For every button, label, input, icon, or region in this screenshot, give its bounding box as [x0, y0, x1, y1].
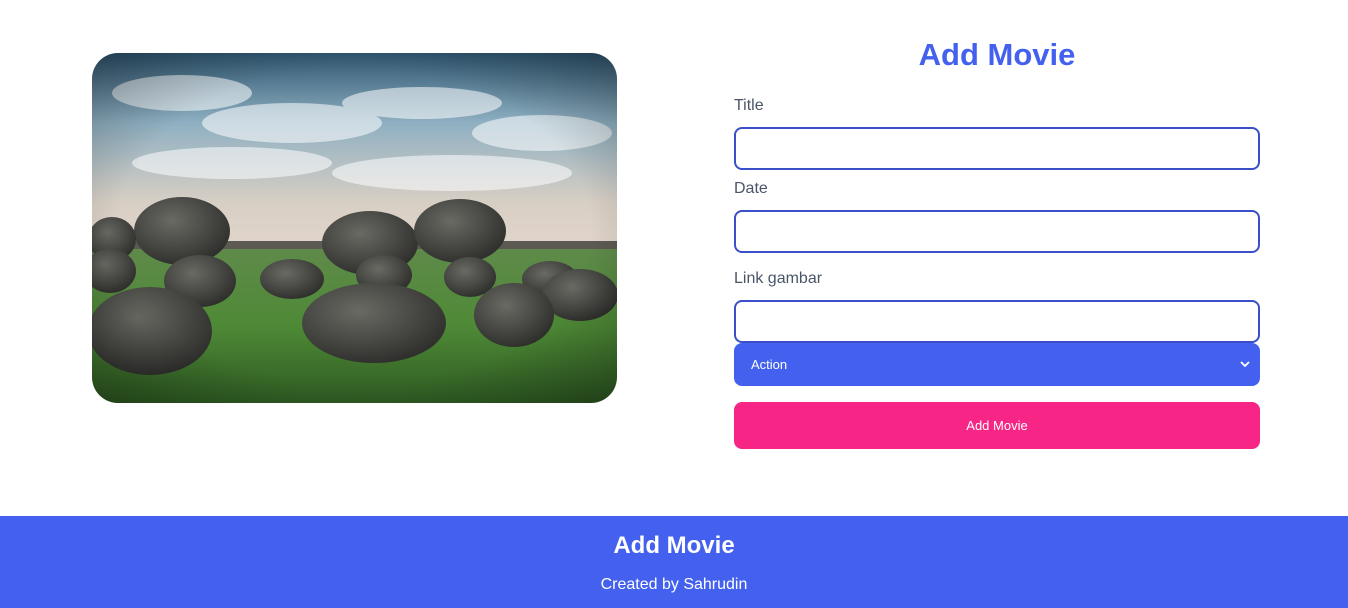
- page: Add Movie Title Date Link gambar Action …: [0, 0, 1348, 608]
- genre-select-value: Action: [751, 357, 788, 372]
- footer-title: Add Movie: [613, 532, 735, 559]
- title-field-group: Title: [734, 96, 1260, 170]
- form-title: Add Movie: [918, 37, 1076, 72]
- image-link-input[interactable]: [734, 300, 1260, 343]
- chevron-down-icon: [1240, 361, 1250, 368]
- title-input[interactable]: [734, 127, 1260, 170]
- add-movie-form: Add Movie Title Date Link gambar Action …: [734, 34, 1260, 449]
- date-input[interactable]: [734, 210, 1260, 253]
- date-label: Date: [734, 180, 768, 197]
- add-movie-button[interactable]: Add Movie: [734, 402, 1260, 449]
- date-field-group: Date: [734, 179, 1260, 253]
- image-link-label: Link gambar: [734, 270, 823, 287]
- image-link-field-group: Link gambar: [734, 269, 1260, 343]
- footer: Add Movie Created by Sahrudin: [0, 516, 1348, 608]
- landscape-illustration: [92, 53, 617, 403]
- genre-select[interactable]: Action: [734, 343, 1260, 386]
- title-label: Title: [734, 97, 764, 114]
- footer-credit: Created by Sahrudin: [600, 576, 748, 593]
- hero-image: [92, 53, 617, 403]
